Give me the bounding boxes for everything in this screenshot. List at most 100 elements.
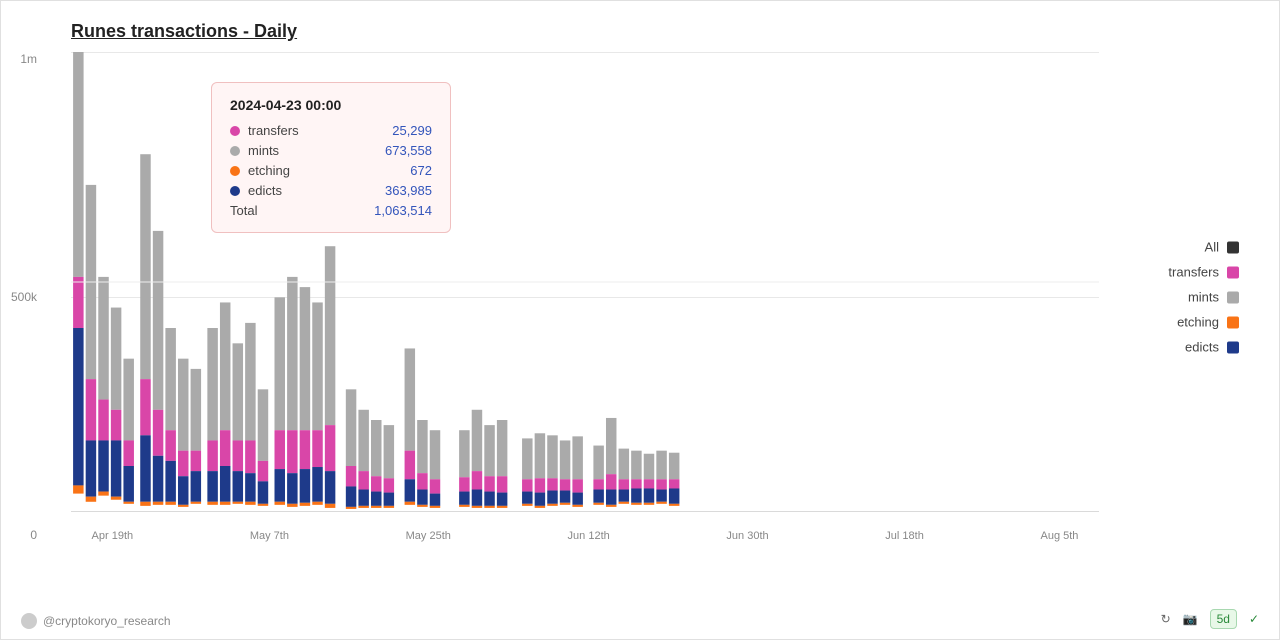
all-legend-icon bbox=[1227, 241, 1239, 253]
bar-group-10 bbox=[191, 369, 201, 504]
attribution-text: @cryptokoryo_research bbox=[43, 614, 171, 628]
legend-label-mints: mints bbox=[1188, 290, 1219, 305]
x-label-jun30: Jun 30th bbox=[726, 530, 768, 542]
bar-group-42 bbox=[656, 451, 666, 504]
y-label-1m: 1m bbox=[20, 52, 37, 66]
bar-group-27 bbox=[430, 430, 440, 508]
bar-group-20 bbox=[325, 246, 335, 508]
bar-group-33 bbox=[535, 433, 545, 508]
bar-group-6 bbox=[140, 154, 150, 506]
tooltip-row-transfers: transfers 25,299 bbox=[230, 123, 432, 138]
tooltip-value-mints: 673,558 bbox=[385, 143, 432, 158]
x-axis-labels: Apr 19th May 7th May 25th Jun 12th Jun 3… bbox=[71, 530, 1099, 542]
tooltip-label-etching: etching bbox=[230, 163, 290, 178]
bar-group-12 bbox=[220, 302, 230, 504]
bar-group-43 bbox=[669, 453, 679, 506]
chart-title: Runes transactions - Daily bbox=[71, 21, 1259, 42]
bar-group-9 bbox=[178, 359, 188, 507]
chart-container: Runes transactions - Daily 1m 500k 0 bbox=[0, 0, 1280, 640]
transfers-legend-icon bbox=[1227, 266, 1239, 278]
etching-legend-icon bbox=[1227, 316, 1239, 328]
bar-group-31 bbox=[497, 420, 507, 508]
tooltip-value-edicts: 363,985 bbox=[385, 183, 432, 198]
x-label-aug5: Aug 5th bbox=[1041, 530, 1079, 542]
legend-label-etching: etching bbox=[1177, 315, 1219, 330]
bar-group-22 bbox=[358, 410, 368, 508]
etching-dot bbox=[230, 166, 240, 176]
bar-group-4 bbox=[111, 308, 121, 500]
tooltip-label-edicts: edicts bbox=[230, 183, 282, 198]
bar-group-19 bbox=[312, 302, 322, 504]
tooltip-total: Total 1,063,514 bbox=[230, 203, 432, 218]
bar-group-32 bbox=[522, 438, 532, 505]
legend: All transfers mints etching edicts bbox=[1168, 240, 1239, 355]
bar-group-39 bbox=[619, 449, 629, 504]
tooltip-value-etching: 672 bbox=[410, 163, 432, 178]
bar-group-26 bbox=[417, 420, 427, 507]
bar-group-23 bbox=[371, 420, 381, 508]
bar-group-35 bbox=[560, 440, 570, 504]
chart-area: Apr 19th May 7th May 25th Jun 12th Jun 3… bbox=[71, 52, 1099, 542]
bar-group-21 bbox=[346, 389, 356, 509]
tooltip-label-transfers: transfers bbox=[230, 123, 299, 138]
y-label-0: 0 bbox=[30, 528, 37, 542]
bar-group-30 bbox=[484, 425, 494, 508]
edicts-dot bbox=[230, 186, 240, 196]
legend-item-edicts: edicts bbox=[1168, 340, 1239, 355]
edicts-legend-icon bbox=[1227, 341, 1239, 353]
x-label-apr19: Apr 19th bbox=[92, 530, 134, 542]
bar-group-40 bbox=[631, 451, 641, 505]
legend-item-transfers: transfers bbox=[1168, 265, 1239, 280]
footer: @cryptokoryo_research bbox=[21, 613, 171, 629]
legend-label-edicts: edicts bbox=[1185, 340, 1219, 355]
y-label-500k: 500k bbox=[11, 290, 37, 304]
attribution-icon bbox=[21, 613, 37, 629]
mints-dot bbox=[230, 146, 240, 156]
bar-group-2 bbox=[86, 185, 96, 502]
bar-group-25 bbox=[405, 348, 415, 504]
bar-group-24 bbox=[384, 425, 394, 508]
bar-group-17 bbox=[287, 277, 297, 507]
period-badge[interactable]: 5d bbox=[1210, 609, 1237, 629]
mints-legend-icon bbox=[1227, 291, 1239, 303]
tooltip-total-value: 1,063,514 bbox=[374, 203, 432, 218]
legend-label-transfers: transfers bbox=[1168, 265, 1219, 280]
check-icon: ✓ bbox=[1249, 612, 1259, 626]
bar-group-18 bbox=[300, 287, 310, 506]
bar-group-36 bbox=[572, 436, 582, 507]
bar-group-13 bbox=[233, 343, 243, 503]
bar-group-7 bbox=[153, 231, 163, 505]
tooltip-date: 2024-04-23 00:00 bbox=[230, 97, 432, 113]
x-label-jul18: Jul 18th bbox=[885, 530, 924, 542]
legend-item-mints: mints bbox=[1168, 290, 1239, 305]
y-axis: 1m 500k 0 bbox=[11, 52, 37, 542]
bar-group-16 bbox=[275, 297, 285, 505]
bar-group-14 bbox=[245, 323, 255, 505]
legend-item-all: All bbox=[1168, 240, 1239, 255]
bar-group-28 bbox=[459, 430, 469, 507]
tooltip-row-etching: etching 672 bbox=[230, 163, 432, 178]
bar-group-34 bbox=[547, 435, 557, 506]
bar-group-37 bbox=[593, 446, 603, 505]
tooltip-value-transfers: 25,299 bbox=[392, 123, 432, 138]
bar-group-41 bbox=[644, 454, 654, 505]
tooltip-row-mints: mints 673,558 bbox=[230, 143, 432, 158]
legend-item-etching: etching bbox=[1168, 315, 1239, 330]
bar-group-11 bbox=[207, 328, 217, 505]
x-label-may25: May 25th bbox=[406, 530, 451, 542]
bar-group-1 bbox=[73, 52, 83, 494]
legend-label-all: All bbox=[1205, 240, 1219, 255]
tooltip-row-edicts: edicts 363,985 bbox=[230, 183, 432, 198]
refresh-icon[interactable]: ↻ bbox=[1161, 612, 1171, 626]
transfers-dot bbox=[230, 126, 240, 136]
x-label-jun12: Jun 12th bbox=[568, 530, 610, 542]
tooltip-label-mints: mints bbox=[230, 143, 279, 158]
bar-group-29 bbox=[472, 410, 482, 508]
camera-icon[interactable]: 📷 bbox=[1183, 612, 1198, 626]
bar-group-8 bbox=[165, 328, 175, 505]
bar-group-5 bbox=[123, 359, 133, 504]
x-label-may7: May 7th bbox=[250, 530, 289, 542]
bar-group-15 bbox=[258, 389, 268, 506]
bar-group-3 bbox=[98, 277, 108, 496]
bar-group-38 bbox=[606, 418, 616, 507]
